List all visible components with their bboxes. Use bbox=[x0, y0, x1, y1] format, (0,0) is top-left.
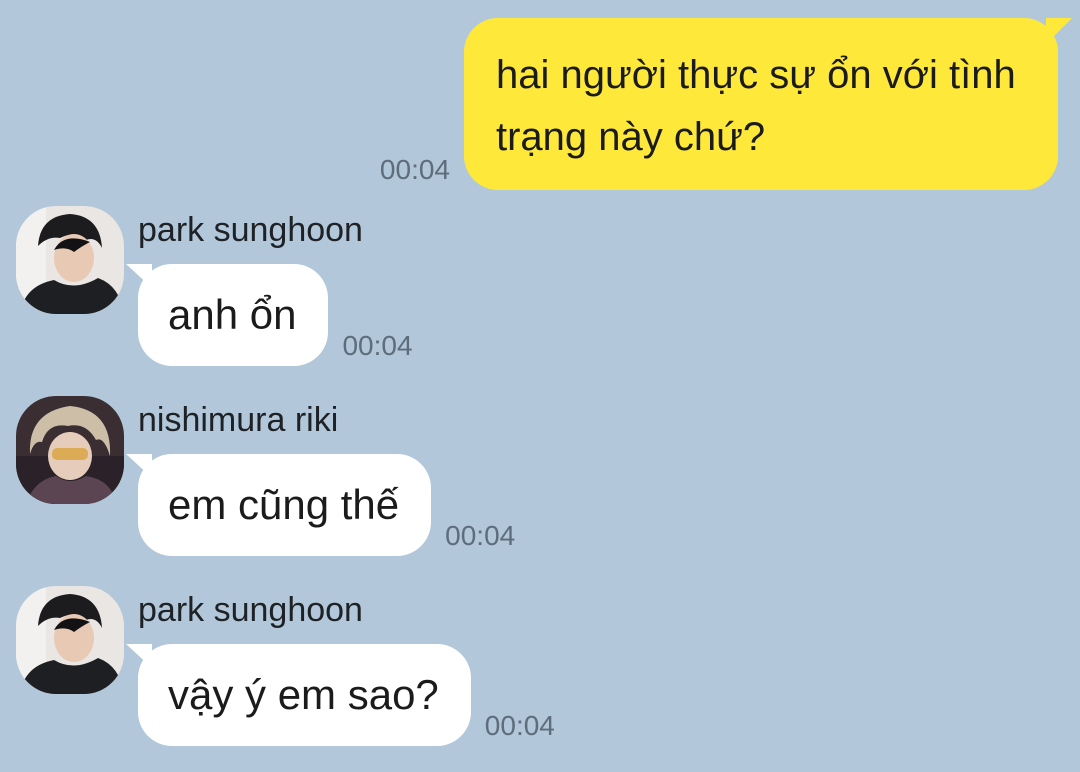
avatar[interactable] bbox=[16, 586, 124, 694]
message-timestamp: 00:04 bbox=[445, 520, 516, 551]
message-timestamp: 00:04 bbox=[484, 710, 555, 741]
sender-name: park sunghoon bbox=[138, 211, 363, 249]
sender-name: park sunghoon bbox=[138, 591, 363, 629]
avatar[interactable] bbox=[16, 206, 124, 314]
chat-room[interactable]: 00:04 hai người thực sự ổn với tình trạn… bbox=[0, 0, 1080, 772]
sender-name: nishimura riki bbox=[138, 401, 339, 439]
incoming-message-bubble[interactable]: em cũng thế bbox=[125, 454, 432, 556]
message-timestamp: 00:04 bbox=[379, 154, 450, 185]
profile-photo-icon bbox=[16, 586, 124, 694]
message-timestamp: 00:04 bbox=[342, 330, 413, 361]
incoming-message: nishimura riki em cũng thế 00:04 bbox=[16, 396, 515, 556]
avatar[interactable] bbox=[16, 396, 124, 504]
incoming-message-bubble[interactable]: vậy ý em sao? bbox=[126, 644, 471, 746]
incoming-message: park sunghoon anh ổn 00:04 bbox=[16, 206, 413, 366]
incoming-message-bubble[interactable]: anh ổn bbox=[125, 264, 329, 366]
outgoing-message: 00:04 hai người thực sự ổn với tình trạn… bbox=[379, 18, 1072, 190]
profile-photo-icon bbox=[16, 396, 124, 504]
incoming-message: park sunghoon vậy ý em sao? 00:04 bbox=[16, 586, 555, 746]
profile-photo-icon bbox=[16, 206, 124, 314]
outgoing-message-bubble[interactable]: hai người thực sự ổn với tình trạng này … bbox=[464, 18, 1072, 190]
